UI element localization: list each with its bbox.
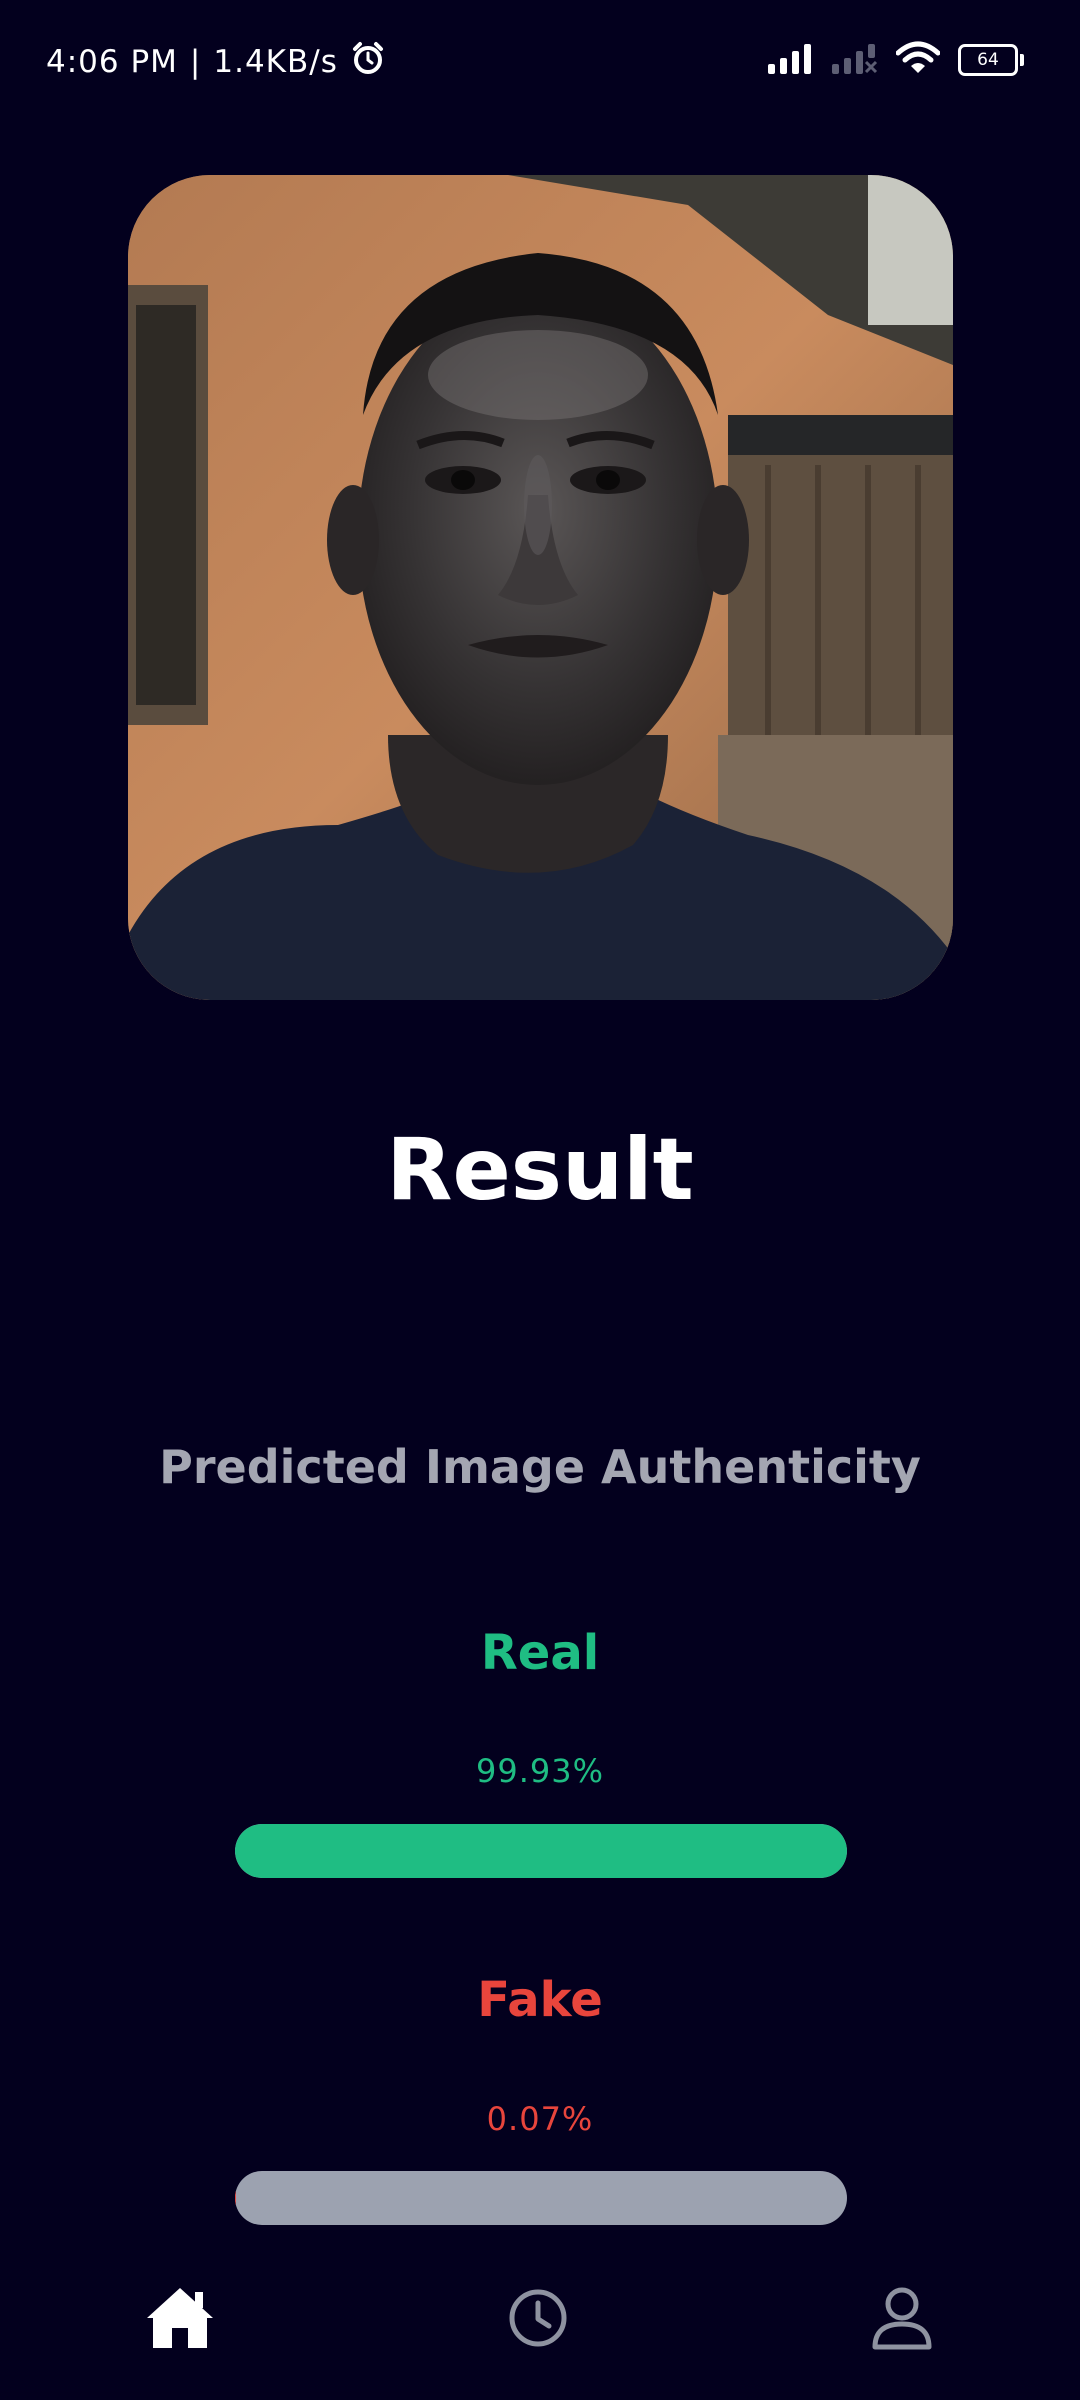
battery-icon: 64 <box>958 44 1024 76</box>
alarm-icon <box>350 40 386 84</box>
nav-home-button[interactable] <box>110 2270 250 2370</box>
status-right: 64 <box>768 38 1024 82</box>
analyzed-photo <box>128 175 953 1000</box>
fake-percentage: 0.07% <box>486 2100 594 2138</box>
battery-level: 64 <box>977 50 999 70</box>
authenticity-subtitle: Predicted Image Authenticity <box>159 1440 921 1494</box>
nav-profile-button[interactable] <box>832 2270 972 2370</box>
fake-progress-bar <box>235 2171 847 2225</box>
nav-history-button[interactable] <box>468 2270 608 2370</box>
wifi-icon <box>895 41 941 79</box>
history-icon <box>508 2288 568 2352</box>
signal-no-service-icon <box>832 42 878 78</box>
bottom-navigation <box>0 2270 1080 2400</box>
status-time: 4:06 PM <box>46 44 178 80</box>
portrait-image <box>128 175 953 1000</box>
status-bar: 4:06 PM | 1.4KB/s 64 <box>0 0 1080 120</box>
real-percentage: 99.93% <box>475 1752 604 1790</box>
real-label: Real <box>480 1625 600 1681</box>
signal-icon <box>768 42 814 78</box>
status-left: 4:06 PM | 1.4KB/s <box>46 40 386 84</box>
real-progress-bar <box>235 1824 847 1878</box>
real-progress-fill <box>235 1824 847 1878</box>
home-icon <box>145 2286 215 2354</box>
result-title: Result <box>386 1120 694 1220</box>
fake-label: Fake <box>477 1972 603 2028</box>
profile-icon <box>872 2286 932 2354</box>
network-speed: 1.4KB/s <box>213 44 338 80</box>
status-separator: | <box>189 44 202 80</box>
